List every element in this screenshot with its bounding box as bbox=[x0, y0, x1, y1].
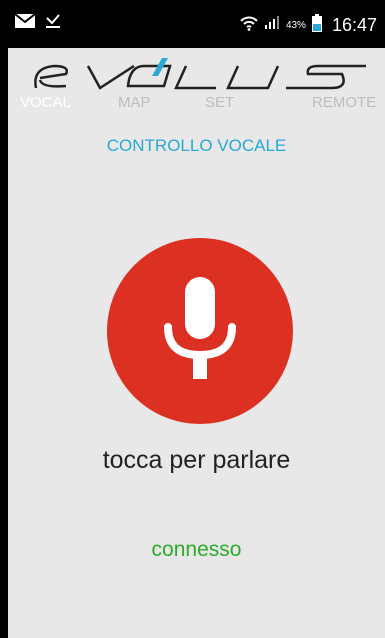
notification-icons bbox=[14, 12, 62, 34]
mic-button[interactable] bbox=[107, 238, 293, 424]
signal-icon bbox=[264, 15, 280, 35]
app-screen: 43% 16:47 VOCAL MAP SET REMOTE CONTROLLO… bbox=[0, 0, 385, 638]
wifi-icon bbox=[240, 15, 258, 36]
clock: 16:47 bbox=[331, 14, 377, 35]
tab-set[interactable]: SET bbox=[205, 94, 234, 111]
app-content: VOCAL MAP SET REMOTE CONTROLLO VOCALE to… bbox=[8, 48, 385, 638]
mail-icon bbox=[14, 12, 36, 34]
tab-remote[interactable]: REMOTE bbox=[312, 94, 376, 111]
tab-vocal[interactable]: VOCAL bbox=[20, 94, 71, 111]
tap-to-speak-label: tocca per parlare bbox=[102, 446, 291, 474]
system-icons: 43% 16:47 bbox=[240, 12, 377, 38]
tab-bar: VOCAL MAP SET REMOTE bbox=[8, 94, 385, 118]
status-bar: 43% 16:47 bbox=[8, 8, 385, 48]
battery-percent: 43% bbox=[285, 19, 306, 31]
download-icon bbox=[44, 12, 62, 35]
microphone-icon bbox=[160, 276, 240, 386]
battery-icon bbox=[311, 13, 322, 37]
tab-map[interactable]: MAP bbox=[118, 94, 151, 111]
evolus-logo bbox=[26, 54, 376, 94]
page-title: CONTROLLO VOCALE bbox=[106, 136, 287, 155]
connection-status: connesso bbox=[151, 538, 242, 561]
